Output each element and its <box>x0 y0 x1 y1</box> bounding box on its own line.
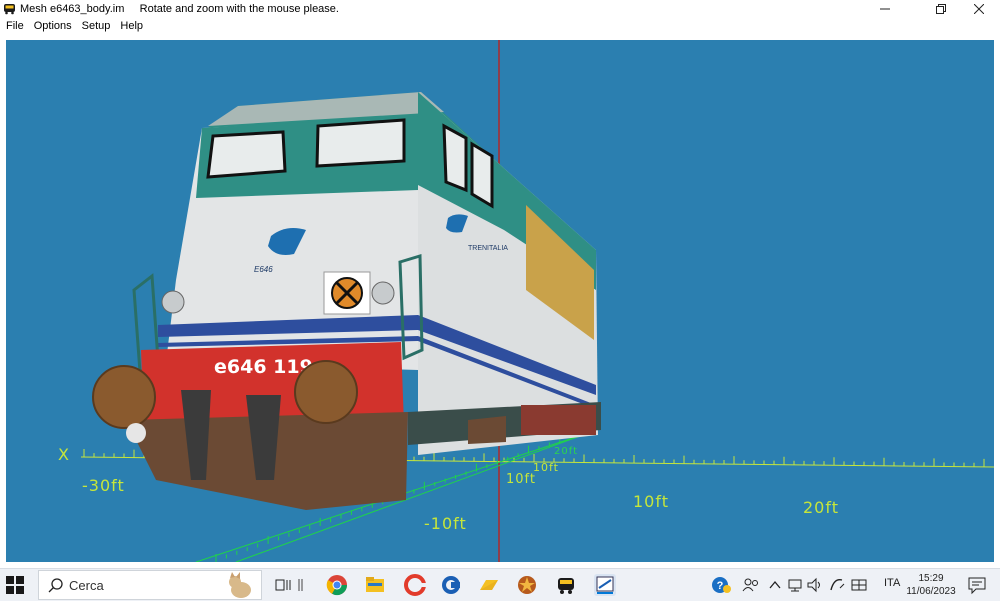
side-brand-text: TRENITALIA <box>468 245 508 252</box>
close-icon <box>974 4 984 14</box>
clock-date: 11/06/2023 <box>906 586 956 597</box>
chrome-icon[interactable] <box>326 574 348 596</box>
search-text: Cerca <box>69 578 104 593</box>
taskbar: Cerca ? ITA 15:29 11/06/2023 <box>0 568 1000 601</box>
language-indicator[interactable]: ITA <box>884 577 900 589</box>
menu-setup[interactable]: Setup <box>77 20 116 32</box>
keyboard-grid-icon[interactable] <box>850 574 868 596</box>
ruler-label: 20ft <box>803 498 839 517</box>
ruler-label: 10ft <box>633 492 669 511</box>
minimize-button[interactable] <box>862 0 908 18</box>
ruler-label: 10ft <box>533 461 559 474</box>
ruler-label: 20ft <box>554 446 578 457</box>
loco-number-text: e646 119 <box>214 356 313 378</box>
system-clock[interactable]: 15:29 11/06/2023 <box>905 572 957 598</box>
locomotive-mesh: TRENITALIA E646 e646 119 <box>92 92 601 510</box>
ruler-label: 10ft <box>506 472 536 487</box>
help-icon[interactable]: ? <box>710 574 732 596</box>
menu-options[interactable]: Options <box>29 20 77 32</box>
cloud-drive-icon[interactable] <box>478 574 500 596</box>
restore-icon <box>936 4 946 14</box>
windows-start-icon[interactable] <box>6 576 24 594</box>
svg-text:?: ? <box>717 580 724 592</box>
close-button[interactable] <box>956 0 1000 18</box>
notification-center-icon[interactable] <box>966 574 988 596</box>
menu-file[interactable]: File <box>0 20 29 32</box>
ruler-label: -10ft <box>424 514 467 533</box>
menu-bar: File Options Setup Help <box>0 18 1000 34</box>
locomotive-app-icon <box>4 4 15 15</box>
minimize-icon <box>880 8 890 10</box>
star-emblem-icon[interactable] <box>516 574 538 596</box>
mesh-viewport[interactable]: TRENITALIA E646 e646 119 X -30ft -10ft 1… <box>6 40 994 562</box>
cat-illustration-icon <box>229 572 251 598</box>
network-icon[interactable] <box>786 574 804 596</box>
x-axis-letter: X <box>58 445 70 464</box>
pen-ink-icon[interactable] <box>828 574 846 596</box>
ruler-label: -30ft <box>82 476 125 495</box>
menu-help[interactable]: Help <box>115 20 148 32</box>
mesh-render: TRENITALIA E646 e646 119 <box>80 40 994 562</box>
taskbar-separator-icon <box>296 574 304 596</box>
front-model-text: E646 <box>254 265 273 274</box>
title-bar[interactable]: Mesh e6463_body.im Rotate and zoom with … <box>0 0 1000 18</box>
locomotive-taskbar-icon[interactable] <box>555 574 577 596</box>
task-view-icon[interactable] <box>272 574 294 596</box>
tray-chevron-up-icon[interactable] <box>768 574 782 596</box>
clock-time: 15:29 <box>918 573 944 584</box>
people-icon[interactable] <box>740 574 762 596</box>
ccleaner-icon[interactable] <box>404 574 426 596</box>
mesh-viewer-taskbar-icon[interactable] <box>594 574 616 596</box>
file-explorer-icon[interactable] <box>364 574 386 596</box>
app-blue-globe-icon[interactable] <box>440 574 462 596</box>
window-title: Mesh e6463_body.im Rotate and zoom with … <box>20 3 339 15</box>
search-icon <box>48 578 63 593</box>
search-box[interactable]: Cerca <box>38 570 262 600</box>
volume-icon[interactable] <box>806 574 824 596</box>
